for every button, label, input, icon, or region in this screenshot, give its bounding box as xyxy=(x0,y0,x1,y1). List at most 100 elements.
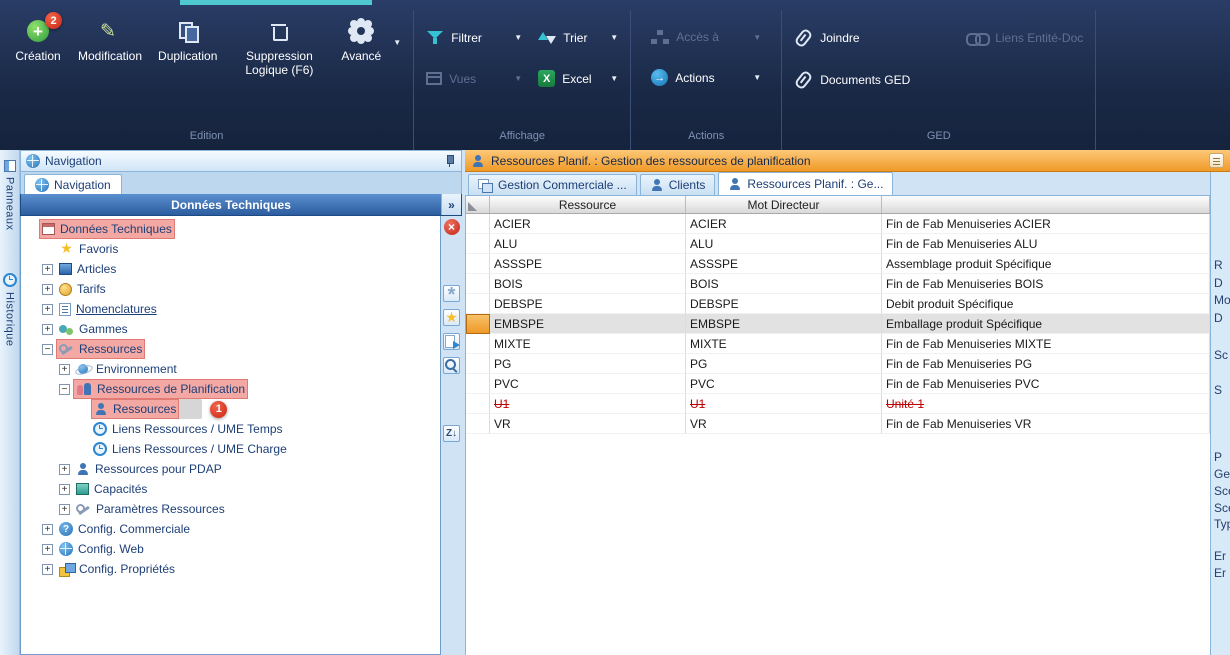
tree-item-ressources[interactable]: Ressources1 xyxy=(21,399,440,419)
send-button[interactable] xyxy=(443,333,460,350)
table-row[interactable]: EMBSPEEMBSPEEmballage produit Spécifique xyxy=(466,314,1210,334)
pin-icon[interactable] xyxy=(443,154,456,168)
row-selector-cell[interactable] xyxy=(466,334,490,354)
document-tab-gestion-commerciale[interactable]: Gestion Commerciale ... xyxy=(468,174,637,195)
ribbon-button-vues[interactable]: Vues▼ xyxy=(420,67,528,90)
table-row[interactable]: MIXTEMIXTEFin de Fab Menuiseries MIXTE xyxy=(466,334,1210,354)
table-row[interactable]: VRVRFin de Fab Menuiseries VR xyxy=(466,414,1210,434)
row-selector-cell[interactable] xyxy=(466,254,490,274)
tree-item-label: Ressources xyxy=(79,342,142,356)
tree-item-config-commerciale[interactable]: +Config. Commerciale xyxy=(21,519,440,539)
tree-item-liens-ressources-ume-charge[interactable]: Liens Ressources / UME Charge xyxy=(21,439,440,459)
table-cell: MIXTE xyxy=(490,334,686,354)
tree-item-environnement[interactable]: +Environnement xyxy=(21,359,440,379)
dropdown-caret-icon[interactable]: ▼ xyxy=(753,33,761,42)
tree-item-ressources[interactable]: − Ressources xyxy=(21,339,440,359)
tree-item-label: Ressources de Planification xyxy=(97,382,245,396)
collapse-panel-button[interactable]: » xyxy=(441,194,461,215)
tree-item-capacit-s[interactable]: +Capacités xyxy=(21,479,440,499)
table-row[interactable]: BOISBOISFin de Fab Menuiseries BOIS xyxy=(466,274,1210,294)
tree-item-favoris[interactable]: Favoris xyxy=(21,239,440,259)
expand-plus-icon[interactable]: + xyxy=(42,304,53,315)
row-selector-cell[interactable] xyxy=(466,394,490,414)
ribbon-button-trier[interactable]: Trier▼ xyxy=(532,26,624,49)
document-tab-clients[interactable]: Clients xyxy=(640,174,716,195)
ribbon-button-duplication[interactable]: Duplication xyxy=(150,14,225,67)
table-row[interactable]: ASSSPEASSSPEAssemblage produit Spécifiqu… xyxy=(466,254,1210,274)
row-selector-cell[interactable] xyxy=(466,274,490,294)
dropdown-caret-icon[interactable]: ▼ xyxy=(393,38,401,47)
search-button[interactable] xyxy=(443,357,460,374)
collapse-minus-icon[interactable]: − xyxy=(42,344,53,355)
expand-plus-icon[interactable]: + xyxy=(42,284,53,295)
sidebar-tab-panneaux[interactable]: Panneaux xyxy=(4,160,16,231)
expand-plus-icon[interactable]: + xyxy=(59,484,70,495)
row-selector-cell[interactable] xyxy=(466,314,490,334)
collapse-minus-icon[interactable]: − xyxy=(59,384,70,395)
ribbon-button-documents-ged[interactable]: Documents GED xyxy=(788,68,956,92)
tree-item-liens-ressources-ume-temps[interactable]: Liens Ressources / UME Temps xyxy=(21,419,440,439)
column-header-description[interactable] xyxy=(882,196,1210,213)
expand-plus-icon[interactable]: + xyxy=(42,524,53,535)
tree-item-ressources-de-planification[interactable]: − Ressources de Planification xyxy=(21,379,440,399)
table-row[interactable]: DEBSPEDEBSPEDebit produit Spécifique xyxy=(466,294,1210,314)
sort-button[interactable] xyxy=(443,425,460,442)
tree-item-donn-es-techniques[interactable]: Données Techniques xyxy=(21,219,440,239)
ribbon-button-suppression-logique-f6[interactable]: Suppression Logique (F6) xyxy=(225,14,333,82)
table-cell: Debit produit Spécifique xyxy=(882,294,1210,314)
dropdown-caret-icon[interactable]: ▼ xyxy=(514,33,522,42)
row-selector-cell[interactable] xyxy=(466,214,490,234)
expand-plus-icon[interactable]: + xyxy=(42,324,53,335)
freeze-button[interactable] xyxy=(443,285,460,302)
tree-item-ressources-pour-pdap[interactable]: +Ressources pour PDAP xyxy=(21,459,440,479)
ribbon-button-liens-entit-doc[interactable]: Liens Entité-Doc xyxy=(960,26,1089,50)
ribbon-button-modification[interactable]: Modification xyxy=(70,14,150,67)
ribbon-button-filtrer[interactable]: Filtrer▼ xyxy=(420,26,528,49)
ribbon-button-actions[interactable]: Actions▼ xyxy=(645,66,767,89)
table-cell: ACIER xyxy=(490,214,686,234)
panels-icon xyxy=(4,160,16,172)
tree-item-config-propri-t-s[interactable]: +Config. Propriétés xyxy=(21,559,440,579)
tree-item-gammes[interactable]: +Gammes xyxy=(21,319,440,339)
ribbon-button-acc-s[interactable]: Accès à▼ xyxy=(645,26,767,48)
favorite-button[interactable] xyxy=(443,309,460,326)
ribbon-button-joindre[interactable]: Joindre xyxy=(788,26,956,50)
tree-item-nomenclatures[interactable]: +Nomenclatures xyxy=(21,299,440,319)
row-selector-cell[interactable] xyxy=(466,374,490,394)
panel-grip-icon[interactable] xyxy=(1209,153,1224,168)
table-row[interactable]: ACIERACIERFin de Fab Menuiseries ACIER xyxy=(466,214,1210,234)
table-row[interactable]: ALUALUFin de Fab Menuiseries ALU xyxy=(466,234,1210,254)
expand-plus-icon[interactable]: + xyxy=(59,364,70,375)
dropdown-caret-icon[interactable]: ▼ xyxy=(610,74,618,83)
navigation-tab[interactable]: Navigation xyxy=(24,174,122,194)
expand-plus-icon[interactable]: + xyxy=(42,544,53,555)
table-row[interactable]: PGPGFin de Fab Menuiseries PG xyxy=(466,354,1210,374)
tree-item-tarifs[interactable]: +Tarifs xyxy=(21,279,440,299)
close-button[interactable] xyxy=(443,218,460,235)
dropdown-caret-icon[interactable]: ▼ xyxy=(514,74,522,83)
expand-plus-icon[interactable]: + xyxy=(59,464,70,475)
column-header-selector[interactable] xyxy=(466,196,490,213)
tree-item-param-tres-ressources[interactable]: +Paramètres Ressources xyxy=(21,499,440,519)
ribbon-button-cr-ation[interactable]: Création2 xyxy=(6,14,70,67)
ribbon-small-row: Documents GED xyxy=(788,68,1089,92)
dropdown-caret-icon[interactable]: ▼ xyxy=(753,73,761,82)
document-tab-ressources-planif-ge[interactable]: Ressources Planif. : Ge... xyxy=(718,172,893,195)
row-selector-cell[interactable] xyxy=(466,294,490,314)
row-selector-cell[interactable] xyxy=(466,354,490,374)
ribbon-button-avanc[interactable]: Avancé▼ xyxy=(333,14,407,67)
ribbon-button-excel[interactable]: Excel▼ xyxy=(532,67,624,90)
expand-plus-icon[interactable]: + xyxy=(59,504,70,515)
row-selector-cell[interactable] xyxy=(466,234,490,254)
expand-plus-icon[interactable]: + xyxy=(42,264,53,275)
column-header-mot-directeur[interactable]: Mot Directeur xyxy=(686,196,882,213)
dropdown-caret-icon[interactable]: ▼ xyxy=(610,33,618,42)
table-row[interactable]: U1U1Unité 1 xyxy=(466,394,1210,414)
row-selector-cell[interactable] xyxy=(466,414,490,434)
column-header-ressource[interactable]: Ressource xyxy=(490,196,686,213)
table-row[interactable]: PVCPVCFin de Fab Menuiseries PVC xyxy=(466,374,1210,394)
sidebar-tab-historique[interactable]: Historique xyxy=(3,273,17,347)
tree-item-articles[interactable]: +Articles xyxy=(21,259,440,279)
expand-plus-icon[interactable]: + xyxy=(42,564,53,575)
tree-item-config-web[interactable]: +Config. Web xyxy=(21,539,440,559)
